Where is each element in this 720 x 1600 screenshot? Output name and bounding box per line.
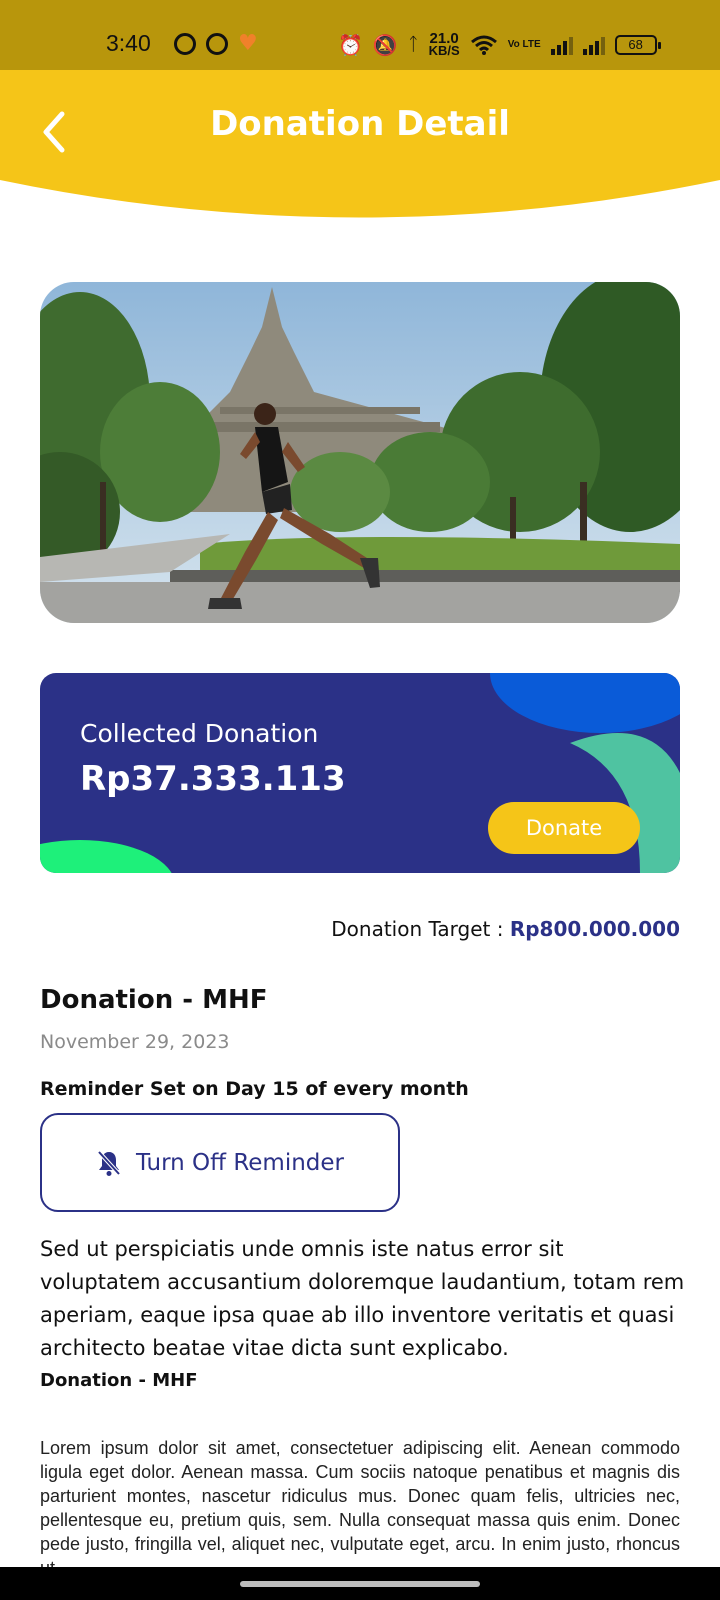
collected-label: Collected Donation — [80, 719, 319, 748]
header-background — [0, 70, 720, 218]
lte-label: Vo LTE — [507, 39, 541, 50]
battery-icon: 68 — [614, 35, 661, 55]
reminder-button-label: Turn Off Reminder — [135, 1149, 344, 1176]
bluetooth-icon: ᛏ — [407, 34, 419, 55]
mute-icon: 🔕 — [372, 33, 398, 57]
wifi-icon — [470, 35, 497, 55]
status-time: 3:40 — [106, 30, 151, 56]
collected-amount: Rp37.333.113 — [80, 759, 346, 799]
notification-icons: ♥ — [174, 33, 258, 55]
network-speed: 21.0 KB/S — [428, 30, 460, 58]
home-gesture-bar[interactable] — [240, 1581, 480, 1587]
system-nav-bar — [0, 1567, 720, 1600]
alarm-icon: ⏰ — [338, 33, 363, 57]
system-icons: ⏰ 🔕 ᛏ 21.0 KB/S Vo LTE 68 — [338, 30, 661, 59]
turn-off-reminder-button[interactable]: Turn Off Reminder — [40, 1113, 400, 1212]
donation-date: November 29, 2023 — [40, 1031, 230, 1053]
status-bar: 3:40 ♥ ⏰ 🔕 ᛏ 21.0 KB/S Vo LTE 68 — [0, 0, 720, 70]
donation-image — [40, 282, 680, 623]
reminder-info: Reminder Set on Day 15 of every month — [40, 1078, 469, 1100]
page-title: Donation Detail — [210, 104, 510, 144]
signal-icon-1 — [550, 35, 573, 55]
target-label: Donation Target : — [331, 917, 510, 941]
signal-icon-2 — [582, 35, 605, 55]
app-header: Donation Detail — [0, 70, 720, 220]
donation-body-text: Lorem ipsum dolor sit amet, consectetuer… — [40, 1438, 680, 1568]
collected-donation-card: Collected Donation Rp37.333.113 Donate — [40, 673, 680, 873]
target-value: Rp800.000.000 — [509, 917, 680, 941]
bell-off-icon — [97, 1150, 121, 1176]
donation-description: Sed ut perspiciatis unde omnis iste natu… — [40, 1237, 685, 1360]
whatsapp-icon — [174, 33, 196, 55]
donate-button[interactable]: Donate — [488, 802, 640, 854]
app-notification-icon — [206, 33, 228, 55]
donation-title: Donation - MHF — [40, 985, 268, 1015]
donation-subtitle: Donation - MHF — [40, 1370, 198, 1391]
heart-icon: ♥ — [238, 31, 258, 56]
donation-target: Donation Target : Rp800.000.000 — [331, 917, 680, 941]
